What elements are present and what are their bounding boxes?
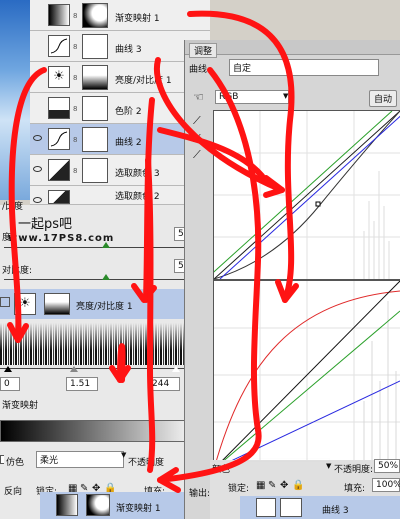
annotation-arrows — [7, 10, 299, 493]
